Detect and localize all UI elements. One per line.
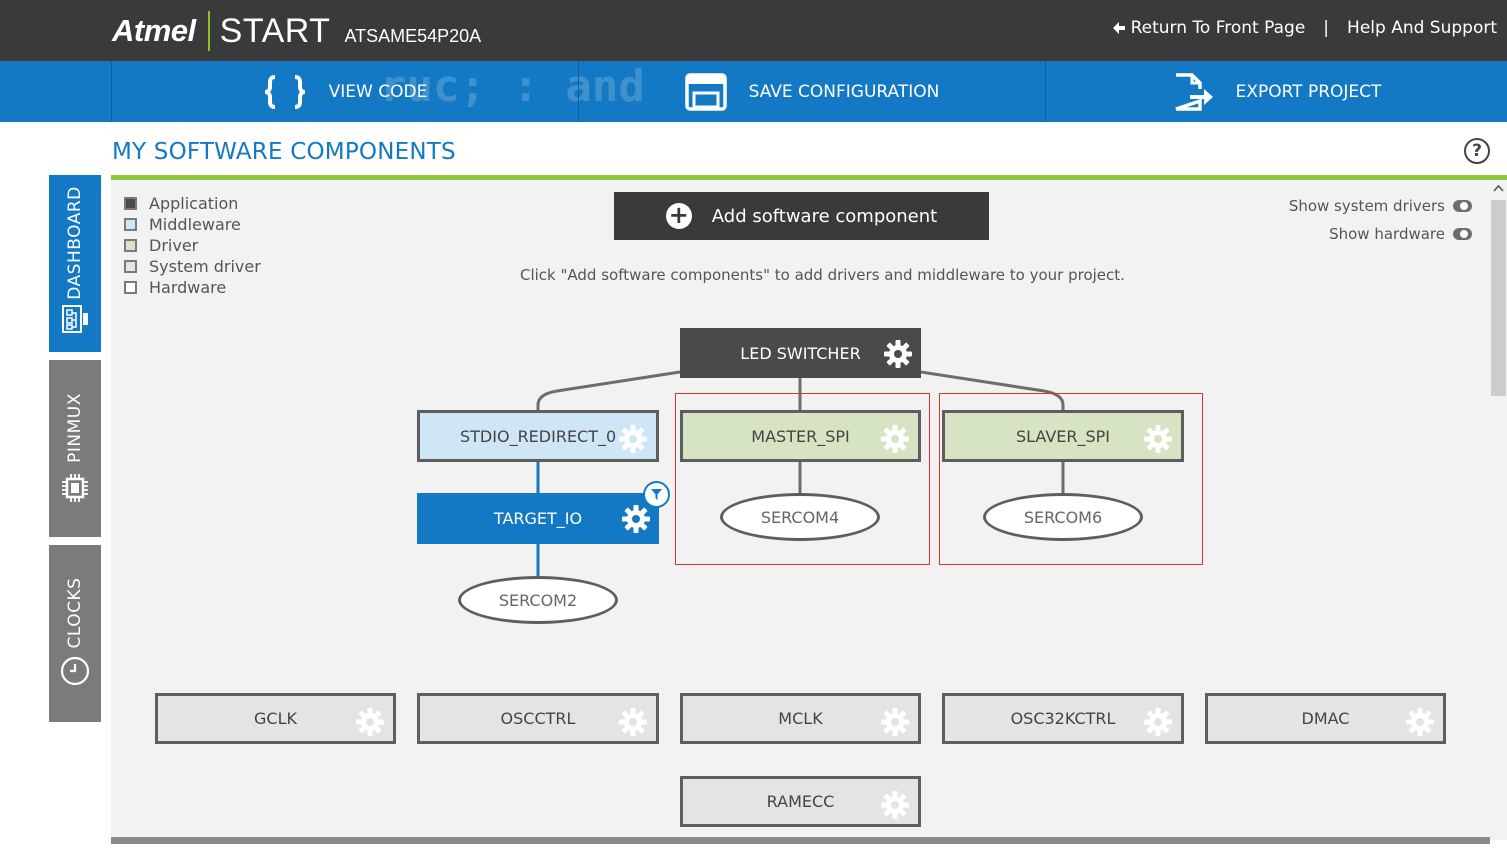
component-gclk[interactable]: GCLK (155, 693, 396, 744)
hardware-sercom4[interactable]: SERCOM4 (720, 493, 880, 541)
legend-label: Hardware (149, 278, 227, 297)
gear-icon[interactable] (1143, 424, 1173, 454)
legend-item-system-driver: System driver (124, 256, 261, 277)
component-label: MASTER_SPI (751, 426, 850, 446)
gear-icon[interactable] (1405, 707, 1435, 737)
component-master-spi[interactable]: MASTER_SPI (680, 410, 921, 462)
gear-icon[interactable] (621, 504, 651, 534)
gear-icon[interactable] (355, 707, 385, 737)
show-system-drivers-toggle[interactable] (1453, 200, 1472, 212)
legend-label: Application (149, 194, 239, 213)
add-software-component-label: Add software component (711, 205, 938, 227)
legend-item-application: Application (124, 193, 261, 214)
component-oscctrl[interactable]: OSCCTRL (417, 693, 659, 744)
component-ramecc[interactable]: RAMECC (680, 776, 921, 827)
show-hardware-label: Show hardware (1329, 225, 1445, 243)
component-label: GCLK (254, 709, 297, 728)
gear-icon[interactable] (1143, 707, 1173, 737)
legend-item-hardware: Hardware (124, 277, 261, 298)
plus-circle-icon: + (665, 203, 692, 229)
legend-label: Driver (149, 236, 199, 255)
component-label: OSC32KCTRL (1010, 709, 1116, 728)
legend-swatch (124, 239, 137, 252)
component-osc32kctrl[interactable]: OSC32KCTRL (942, 693, 1184, 744)
legend-swatch (124, 197, 137, 210)
show-system-drivers-row: Show system drivers (1289, 197, 1472, 215)
legend-item-driver: Driver (124, 235, 261, 256)
component-label: RAMECC (766, 792, 835, 811)
add-component-hint: Click "Add software components" to add d… (520, 266, 1125, 284)
gear-icon[interactable] (880, 790, 910, 820)
app-root: Atmel START ATSAME54P20A Return To Front… (0, 0, 1507, 855)
legend-swatch (124, 218, 137, 231)
component-dmac[interactable]: DMAC (1205, 693, 1446, 744)
component-label: LED SWITCHER (740, 343, 861, 363)
legend-label: System driver (149, 257, 261, 276)
filter-icon[interactable] (643, 481, 670, 508)
gear-icon[interactable] (880, 424, 910, 454)
component-label: OSCCTRL (500, 709, 576, 728)
add-software-component-button[interactable]: + Add software component (614, 192, 989, 240)
component-stdio-redirect[interactable]: STDIO_REDIRECT_0 (417, 410, 659, 462)
legend-label: Middleware (149, 215, 241, 234)
legend: Application Middleware Driver System dri… (124, 193, 261, 298)
component-target-io[interactable]: TARGET_IO (417, 493, 659, 544)
legend-swatch (124, 281, 137, 294)
gear-icon[interactable] (618, 707, 648, 737)
component-mclk[interactable]: MCLK (680, 693, 921, 744)
component-label: SLAVER_SPI (1015, 426, 1111, 446)
component-slaver-spi[interactable]: SLAVER_SPI (942, 410, 1184, 462)
component-label: DMAC (1301, 709, 1350, 728)
gear-icon[interactable] (618, 424, 648, 454)
component-label: STDIO_REDIRECT_0 (460, 426, 617, 446)
legend-swatch (124, 260, 137, 273)
legend-item-middleware: Middleware (124, 214, 261, 235)
show-hardware-toggle[interactable] (1453, 228, 1472, 240)
gear-icon[interactable] (880, 707, 910, 737)
component-label: MCLK (778, 709, 823, 728)
gear-icon[interactable] (883, 339, 913, 369)
show-hardware-row: Show hardware (1329, 225, 1472, 243)
hardware-sercom2[interactable]: SERCOM2 (458, 576, 618, 624)
show-system-drivers-label: Show system drivers (1288, 197, 1445, 215)
component-led-switcher[interactable]: LED SWITCHER (680, 328, 921, 378)
hardware-sercom6[interactable]: SERCOM6 (983, 493, 1143, 541)
component-label: TARGET_IO (493, 509, 583, 528)
